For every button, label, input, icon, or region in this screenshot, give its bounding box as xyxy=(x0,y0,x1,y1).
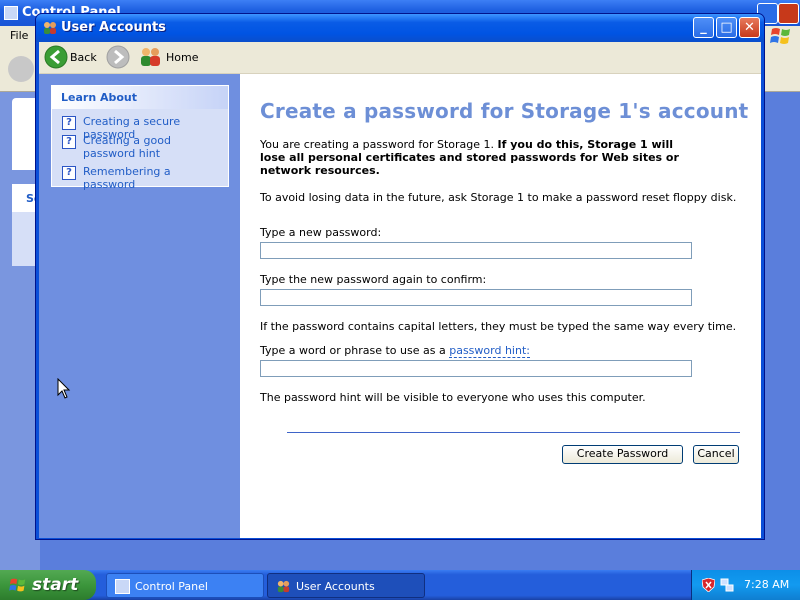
windows-flag-icon xyxy=(9,578,26,592)
hint-label-text: Type a word or phrase to use as a xyxy=(260,344,450,357)
taskbar-item-label: Control Panel xyxy=(135,580,208,593)
divider xyxy=(287,432,740,433)
user-accounts-icon xyxy=(44,22,56,34)
cancel-button[interactable]: Cancel xyxy=(693,445,739,464)
background-close-button[interactable] xyxy=(778,3,799,24)
confirm-password-input[interactable] xyxy=(260,289,692,306)
start-label: start xyxy=(32,575,79,595)
main-content: Create a password for Storage 1's accoun… xyxy=(240,74,761,538)
password-hint-link[interactable]: password hint: xyxy=(449,344,530,358)
close-button[interactable]: ✕ xyxy=(739,17,760,38)
home-users-icon[interactable] xyxy=(139,46,163,68)
sidebar-link-remembering[interactable]: ? Remembering a password xyxy=(62,165,223,191)
home-button-label[interactable]: Home xyxy=(166,51,198,64)
control-panel-icon xyxy=(115,579,130,594)
warning-paragraph: You are creating a password for Storage … xyxy=(260,138,700,177)
page-title: Create a password for Storage 1's accoun… xyxy=(260,99,749,123)
security-shield-icon[interactable] xyxy=(702,578,715,592)
create-password-button[interactable]: Create Password xyxy=(562,445,683,464)
system-tray: 7:28 AM xyxy=(691,570,800,600)
window-title: User Accounts xyxy=(61,20,166,35)
windows-flag-icon xyxy=(770,28,790,44)
sidebar-link-label[interactable]: Creating a good password hint xyxy=(83,134,223,160)
confirm-password-label: Type the new password again to confirm: xyxy=(260,273,487,286)
help-icon: ? xyxy=(62,166,76,180)
taskbar-item-label: User Accounts xyxy=(296,580,375,593)
learn-about-panel: Learn About ? Creating a secure password… xyxy=(51,85,229,191)
network-icon[interactable] xyxy=(720,578,734,592)
hint-visibility-note: The password hint will be visible to eve… xyxy=(260,391,646,404)
maximize-icon: □ xyxy=(720,20,733,35)
minimize-icon: _ xyxy=(700,20,707,35)
hint-label: Type a word or phrase to use as a passwo… xyxy=(260,344,530,358)
control-panel-icon xyxy=(4,6,18,20)
reset-disk-note: To avoid losing data in the future, ask … xyxy=(260,191,737,204)
taskbar: start Control Panel User Accounts 7:28 A… xyxy=(0,570,800,600)
taskbar-item-user-accounts[interactable]: User Accounts xyxy=(267,573,425,598)
help-icon: ? xyxy=(62,135,76,149)
user-accounts-window: User Accounts _ □ ✕ Back Home Learn Abou… xyxy=(35,13,765,540)
learn-about-header: Learn About xyxy=(52,86,228,109)
menu-file[interactable]: File xyxy=(10,29,28,42)
capital-letters-note: If the password contains capital letters… xyxy=(260,320,737,333)
new-password-label: Type a new password: xyxy=(260,226,382,239)
close-icon: ✕ xyxy=(744,20,755,35)
start-button[interactable]: start xyxy=(0,570,96,600)
forward-arrow-icon[interactable] xyxy=(106,45,130,69)
titlebar[interactable]: User Accounts _ □ ✕ xyxy=(36,14,764,42)
clock[interactable]: 7:28 AM xyxy=(744,578,789,591)
back-button-label[interactable]: Back xyxy=(70,51,97,64)
minimize-button[interactable]: _ xyxy=(693,17,714,38)
sidebar: Learn About ? Creating a secure password… xyxy=(39,74,240,538)
password-hint-input[interactable] xyxy=(260,360,692,377)
background-back-icon[interactable] xyxy=(8,56,34,82)
new-password-input[interactable] xyxy=(260,242,692,259)
window-client-area: Back Home Learn About ? Creating a secur… xyxy=(39,42,761,538)
user-accounts-icon xyxy=(277,580,290,593)
taskbar-item-control-panel[interactable]: Control Panel xyxy=(106,573,264,598)
warning-text: You are creating a password for Storage … xyxy=(260,138,498,151)
navigation-bar: Back Home xyxy=(39,42,761,74)
sidebar-link-good-hint[interactable]: ? Creating a good password hint xyxy=(62,134,223,160)
mouse-pointer-icon xyxy=(57,378,71,399)
sidebar-link-label[interactable]: Remembering a password xyxy=(83,165,223,191)
back-arrow-icon[interactable] xyxy=(44,45,68,69)
maximize-button[interactable]: □ xyxy=(716,17,737,38)
help-icon: ? xyxy=(62,116,76,130)
